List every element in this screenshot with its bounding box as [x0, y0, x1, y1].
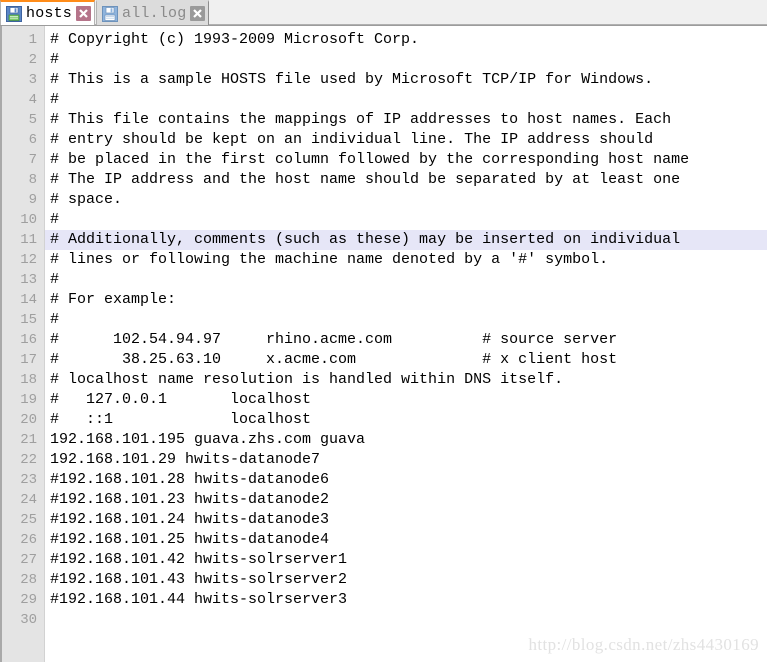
- line-number: 3: [28, 72, 37, 88]
- code-line[interactable]: # 102.54.94.97 rhino.acme.com # source s…: [45, 330, 767, 350]
- tab-bar: hosts all.log: [0, 0, 767, 26]
- code-line[interactable]: # This is a sample HOSTS file used by Mi…: [45, 70, 767, 90]
- code-line[interactable]: #: [45, 90, 767, 110]
- code-line[interactable]: # space.: [45, 190, 767, 210]
- line-number: 6: [28, 132, 37, 148]
- code-line[interactable]: #192.168.101.24 hwits-datanode3: [45, 510, 767, 530]
- code-line[interactable]: [45, 610, 767, 630]
- code-line[interactable]: # 38.25.63.10 x.acme.com # x client host: [45, 350, 767, 370]
- code-line[interactable]: # The IP address and the host name shoul…: [45, 170, 767, 190]
- line-number: 21: [20, 432, 37, 448]
- line-number: 13: [20, 272, 37, 288]
- code-line[interactable]: #: [45, 210, 767, 230]
- code-line[interactable]: 192.168.101.195 guava.zhs.com guava: [45, 430, 767, 450]
- text-editor[interactable]: 1 2 3 4 5 6 7 8 9 10 11 12 13 14 15 16 17 18 19 20 21 22 23 24 2…: [0, 26, 767, 662]
- code-line[interactable]: #192.168.101.25 hwits-datanode4: [45, 530, 767, 550]
- code-line[interactable]: # lines or following the machine name de…: [45, 250, 767, 270]
- code-line[interactable]: # be placed in the first column followed…: [45, 150, 767, 170]
- line-number: 5: [28, 112, 37, 128]
- line-number: 24: [20, 492, 37, 508]
- code-line[interactable]: # entry should be kept on an individual …: [45, 130, 767, 150]
- line-number: 1: [28, 32, 37, 48]
- line-number: 18: [20, 372, 37, 388]
- line-number: 10: [20, 212, 37, 228]
- line-number: 16: [20, 332, 37, 348]
- line-number: 29: [20, 592, 37, 608]
- line-number: 15: [20, 312, 37, 328]
- line-number-gutter: 1 2 3 4 5 6 7 8 9 10 11 12 13 14 15 16 17 18 19 20 21 22 23 24 2…: [0, 26, 45, 662]
- line-number: 27: [20, 552, 37, 568]
- code-line[interactable]: # For example:: [45, 290, 767, 310]
- line-number: 20: [20, 412, 37, 428]
- code-line[interactable]: #192.168.101.28 hwits-datanode6: [45, 470, 767, 490]
- line-number: 4: [28, 92, 37, 108]
- line-number: 11: [20, 232, 37, 248]
- code-line[interactable]: #192.168.101.23 hwits-datanode2: [45, 490, 767, 510]
- close-icon[interactable]: [76, 6, 92, 21]
- code-line-highlighted[interactable]: # Additionally, comments (such as these)…: [45, 230, 767, 250]
- line-number: 25: [20, 512, 37, 528]
- tab-label-hosts: hosts: [26, 5, 73, 22]
- code-line[interactable]: # localhost name resolution is handled w…: [45, 370, 767, 390]
- line-number: 2: [28, 52, 37, 68]
- watermark-text: http://blog.csdn.net/zhs4430169: [528, 635, 759, 654]
- floppy-disk-icon: [102, 5, 119, 22]
- code-line[interactable]: # ::1 localhost: [45, 410, 767, 430]
- line-number: 7: [28, 152, 37, 168]
- code-lines[interactable]: # Copyright (c) 1993-2009 Microsoft Corp…: [45, 26, 767, 662]
- line-number: 17: [20, 352, 37, 368]
- line-number: 9: [28, 192, 37, 208]
- line-number: 28: [20, 572, 37, 588]
- code-line[interactable]: #: [45, 270, 767, 290]
- line-number: 22: [20, 452, 37, 468]
- tab-all-log[interactable]: all.log: [96, 0, 210, 25]
- tab-label-all-log: all.log: [122, 5, 187, 22]
- line-number: 23: [20, 472, 37, 488]
- code-area[interactable]: 1 2 3 4 5 6 7 8 9 10 11 12 13 14 15 16 17 18 19 20 21 22 23 24 2…: [0, 26, 767, 662]
- line-number: 30: [20, 612, 37, 628]
- floppy-disk-icon: [6, 5, 22, 22]
- line-number: 12: [20, 252, 37, 268]
- code-line[interactable]: # Copyright (c) 1993-2009 Microsoft Corp…: [45, 30, 767, 50]
- tab-hosts[interactable]: hosts: [0, 0, 96, 25]
- code-line[interactable]: #192.168.101.42 hwits-solrserver1: [45, 550, 767, 570]
- code-line[interactable]: 192.168.101.29 hwits-datanode7: [45, 450, 767, 470]
- code-line[interactable]: #192.168.101.43 hwits-solrserver2: [45, 570, 767, 590]
- line-number: 19: [20, 392, 37, 408]
- line-number: 14: [20, 292, 37, 308]
- close-icon[interactable]: [190, 6, 206, 21]
- code-line[interactable]: #192.168.101.44 hwits-solrserver3: [45, 590, 767, 610]
- line-number: 26: [20, 532, 37, 548]
- code-line[interactable]: # 127.0.0.1 localhost: [45, 390, 767, 410]
- code-line[interactable]: #: [45, 50, 767, 70]
- code-line[interactable]: # This file contains the mappings of IP …: [45, 110, 767, 130]
- code-line[interactable]: #: [45, 310, 767, 330]
- line-number: 8: [28, 172, 37, 188]
- tab-bar-empty-space: [209, 0, 767, 25]
